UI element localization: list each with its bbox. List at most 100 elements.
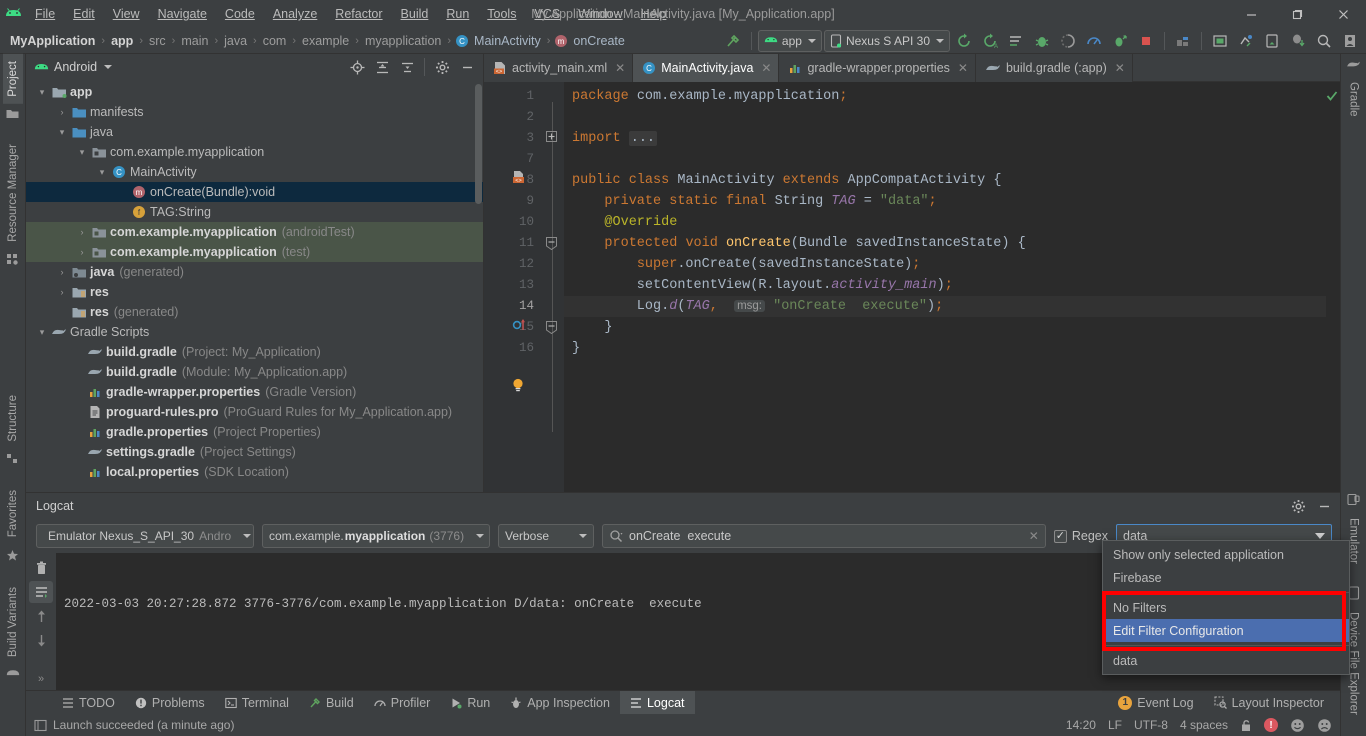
account-icon[interactable] — [1338, 30, 1362, 52]
chevron-down-icon[interactable]: ▾ — [34, 327, 50, 338]
regex-checkbox-wrapper[interactable]: ✓ Regex — [1054, 529, 1108, 543]
menu-edit[interactable]: Edit — [64, 4, 104, 24]
emulator-tool-icon[interactable] — [1343, 488, 1364, 511]
chevron-down-icon[interactable]: ▾ — [74, 147, 90, 158]
tree-node-proguard-rules[interactable]: proguard-rules.pro (ProGuard Rules for M… — [26, 402, 483, 422]
inspection-ok-icon[interactable] — [1326, 90, 1338, 102]
chevron-right-icon[interactable]: › — [74, 247, 90, 257]
gear-icon[interactable] — [430, 56, 454, 78]
regex-checkbox[interactable]: ✓ — [1054, 530, 1067, 543]
tree-node-mainactivity[interactable]: ▾ C MainActivity — [26, 162, 483, 182]
minimize-button[interactable] — [1228, 0, 1274, 28]
clear-logcat-icon[interactable] — [29, 557, 53, 579]
attach-debugger-icon[interactable] — [1056, 30, 1080, 52]
tab-gradle-wrapper-properties[interactable]: gradle-wrapper.properties ✕ — [779, 54, 976, 82]
error-icon[interactable]: ! — [1264, 718, 1278, 732]
device-manager-icon[interactable] — [1234, 30, 1258, 52]
sidebar-item-favorites[interactable]: Favorites — [3, 483, 23, 544]
chevron-down-icon[interactable]: ▾ — [34, 87, 50, 98]
avd-manager-icon[interactable] — [1004, 30, 1028, 52]
menu-analyze[interactable]: Analyze — [264, 4, 326, 24]
close-icon[interactable]: ✕ — [958, 61, 968, 75]
sad-face-icon[interactable] — [1317, 718, 1332, 733]
sidebar-item-gradle[interactable]: Gradle — [1344, 75, 1364, 124]
menu-vcs[interactable]: VCS — [525, 4, 569, 24]
status-line-separator[interactable]: LF — [1108, 718, 1122, 732]
scroll-up-icon[interactable] — [29, 605, 53, 627]
dropdown-item-edit-filter-configuration[interactable]: Edit Filter Configuration — [1103, 619, 1349, 642]
chevron-down-icon[interactable]: ▾ — [54, 127, 70, 138]
debug-icon[interactable] — [1030, 30, 1054, 52]
tree-node-oncreate[interactable]: m onCreate(Bundle):void — [26, 182, 483, 202]
happy-face-icon[interactable] — [1290, 718, 1305, 733]
breadcrumb-example[interactable]: example — [300, 34, 351, 48]
tab-build-gradle-app[interactable]: build.gradle (:app) ✕ — [976, 54, 1133, 82]
logcat-search-box[interactable]: ✕ — [602, 524, 1046, 548]
tree-node-build-gradle-project[interactable]: build.gradle (Project: My_Application) — [26, 342, 483, 362]
menu-code[interactable]: Code — [216, 4, 264, 24]
status-time[interactable]: 14:20 — [1066, 718, 1096, 732]
tree-node-java-generated[interactable]: › java (generated) — [26, 262, 483, 282]
search-input[interactable] — [629, 529, 1023, 543]
bottom-tab-logcat[interactable]: Logcat — [620, 691, 695, 714]
lock-icon[interactable] — [1240, 719, 1252, 732]
breadcrumb-main[interactable]: main — [179, 34, 210, 48]
code-editor[interactable]: 1 2 3 7 8 9 10 11 12 13 14 15 16 — [484, 82, 1340, 492]
tree-node-java[interactable]: ▾ java — [26, 122, 483, 142]
layout-editor-icon[interactable] — [1208, 30, 1232, 52]
gear-icon[interactable] — [1286, 495, 1310, 517]
tab-activity-main-xml[interactable]: <> activity_main.xml ✕ — [484, 54, 633, 82]
breadcrumb-myapplication[interactable]: MyApplication — [8, 34, 97, 48]
tree-node-gradle-wrapper-properties[interactable]: gradle-wrapper.properties (Gradle Versio… — [26, 382, 483, 402]
tree-node-test[interactable]: › com.example.myapplication (test) — [26, 242, 483, 262]
logcat-device-selector[interactable]: Emulator Nexus_S_API_30 Andro — [36, 524, 254, 548]
bottom-tab-terminal[interactable]: Terminal — [215, 691, 299, 714]
close-button[interactable] — [1320, 0, 1366, 28]
maximize-button[interactable] — [1274, 0, 1320, 28]
gradle-tool-icon[interactable] — [1342, 54, 1365, 75]
clear-search-icon[interactable]: ✕ — [1029, 529, 1039, 543]
logcat-filter-dropdown[interactable]: Show only selected application Firebase … — [1102, 540, 1350, 675]
tree-node-build-gradle-module[interactable]: build.gradle (Module: My_Application.app… — [26, 362, 483, 382]
bottom-tab-build[interactable]: Build — [299, 691, 364, 714]
variants-icon[interactable] — [2, 664, 24, 683]
override-method-icon[interactable] — [512, 317, 528, 333]
sidebar-item-resource-manager[interactable]: Resource Manager — [3, 137, 23, 249]
menu-navigate[interactable]: Navigate — [149, 4, 216, 24]
close-icon[interactable]: ✕ — [761, 61, 771, 75]
bottom-tab-profiler[interactable]: Profiler — [364, 691, 441, 714]
tab-mainactivity-java[interactable]: C MainActivity.java ✕ — [633, 54, 779, 82]
dropdown-item-show-only-selected-application[interactable]: Show only selected application — [1103, 543, 1349, 566]
profiler-icon[interactable] — [1082, 30, 1106, 52]
breadcrumb-myapplication-pkg[interactable]: myapplication — [363, 34, 443, 48]
bottom-tab-event-log[interactable]: 1 Event Log — [1108, 691, 1203, 714]
close-icon[interactable]: ✕ — [615, 61, 625, 75]
logcat-icon[interactable] — [1260, 30, 1284, 52]
status-indent[interactable]: 4 spaces — [1180, 718, 1228, 732]
chevron-right-icon[interactable]: › — [54, 107, 70, 117]
tree-node-res[interactable]: › res — [26, 282, 483, 302]
chevron-right-icon[interactable]: › — [54, 267, 70, 277]
bottom-tab-run[interactable]: Run — [440, 691, 500, 714]
sync-gradle-icon[interactable] — [952, 30, 976, 52]
sidebar-item-structure[interactable]: Structure — [3, 388, 23, 449]
project-tree[interactable]: ▾ app › manifests ▾ — [26, 80, 483, 492]
tree-node-androidtest[interactable]: › com.example.myapplication (androidTest… — [26, 222, 483, 242]
menu-tools[interactable]: Tools — [478, 4, 525, 24]
menu-file[interactable]: File — [26, 4, 64, 24]
build-hammer-icon[interactable] — [721, 30, 745, 52]
tree-node-local-properties[interactable]: local.properties (SDK Location) — [26, 462, 483, 482]
project-folder-icon[interactable] — [2, 104, 23, 123]
dropdown-item-firebase[interactable]: Firebase — [1103, 566, 1349, 589]
dropdown-item-data[interactable]: data — [1103, 649, 1349, 672]
sidebar-item-project[interactable]: Project — [3, 54, 23, 104]
intention-bulb-icon[interactable] — [510, 377, 526, 393]
tree-node-tag-field[interactable]: f TAG:String — [26, 202, 483, 222]
search-icon[interactable] — [609, 529, 623, 543]
run-configuration-selector[interactable]: app — [758, 30, 822, 52]
fold-collapse-method-icon[interactable] — [546, 237, 557, 250]
menu-run[interactable]: Run — [437, 4, 478, 24]
menu-build[interactable]: Build — [392, 4, 438, 24]
search-everywhere-icon[interactable] — [1312, 30, 1336, 52]
editor-scroll-column[interactable] — [1326, 82, 1340, 492]
